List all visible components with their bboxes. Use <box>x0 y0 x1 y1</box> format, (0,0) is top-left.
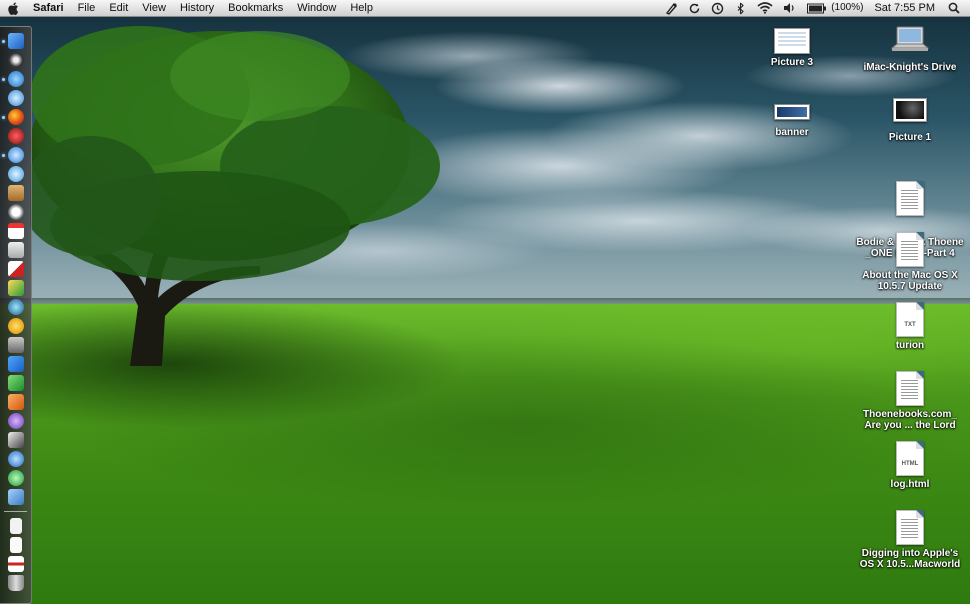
dock-preview-icon[interactable] <box>8 242 24 258</box>
desktop-icon-document-thoenebooks[interactable]: Thoenebooks.com_ Are you ... the Lord <box>850 371 970 431</box>
running-indicator <box>2 40 5 43</box>
apple-icon <box>7 2 18 15</box>
dock-itunes-icon[interactable] <box>8 166 24 182</box>
desktop-icon-label: turion <box>895 340 925 351</box>
menu-history[interactable]: History <box>173 0 221 16</box>
dock-network-icon[interactable] <box>8 451 24 467</box>
laptop-drive-icon <box>890 26 930 51</box>
dock-firefox-icon[interactable] <box>8 109 24 125</box>
desktop-icon-label: Picture 3 <box>770 57 814 68</box>
desktop-icon-turion[interactable]: TXT turion <box>850 302 970 351</box>
dock-safari-icon[interactable] <box>8 147 24 163</box>
desktop-icon-label: Picture 1 <box>888 132 932 143</box>
dock-photo-icon[interactable] <box>8 280 24 296</box>
image-thumbnail-icon <box>774 104 810 120</box>
wifi-icon[interactable] <box>752 2 778 14</box>
battery-status[interactable]: (100%) <box>802 0 868 16</box>
dock-ichat-icon[interactable] <box>8 90 24 106</box>
desktop-icon-picture-1[interactable]: Picture 1 <box>850 98 970 143</box>
running-indicator <box>2 116 5 119</box>
document-icon <box>896 181 924 216</box>
dock-browser-icon[interactable] <box>8 299 24 315</box>
dock-solitaire-icon[interactable] <box>8 261 24 277</box>
dock-smiley-icon[interactable] <box>8 318 24 334</box>
desktop-icon-drive[interactable]: iMac-Knight's Drive <box>850 26 970 73</box>
dock-clock-icon[interactable] <box>8 204 24 220</box>
desktop-icon-label: log.html <box>890 479 930 490</box>
spotlight-icon[interactable] <box>943 2 970 14</box>
menu-window[interactable]: Window <box>290 0 343 16</box>
dock-utility-icon[interactable] <box>8 489 24 505</box>
desktop-icon-label: iMac-Knight's Drive <box>863 62 957 73</box>
battery-icon <box>807 3 827 13</box>
dock-photo-stack-icon[interactable] <box>8 556 24 572</box>
dock-address-book-icon[interactable] <box>8 185 24 201</box>
desktop-icon-banner[interactable]: banner <box>732 100 852 138</box>
dock-separator <box>4 511 27 512</box>
menu-bar: Safari File Edit View History Bookmarks … <box>0 0 970 17</box>
desktop-icon-label: banner <box>775 127 809 138</box>
dock-mail-icon[interactable] <box>8 71 24 87</box>
dock-excel-icon[interactable] <box>8 375 24 391</box>
desktop-icon-document-macworld[interactable]: Digging into Apple's OS X 10.5...Macworl… <box>850 510 970 570</box>
volume-icon[interactable] <box>778 2 802 14</box>
menu-help[interactable]: Help <box>343 0 380 16</box>
battery-percent: (100%) <box>831 2 864 13</box>
dock-trash-icon[interactable] <box>8 575 24 591</box>
bluetooth-icon[interactable] <box>729 2 752 15</box>
text-file-icon: TXT <box>896 302 924 337</box>
tree-illustration <box>30 26 440 366</box>
dock-green-app-icon[interactable] <box>8 470 24 486</box>
desktop-icon-label: About the Mac OS X 10.5.7 Update <box>862 270 958 292</box>
image-thumbnail-icon <box>893 98 927 122</box>
html-file-icon: HTML <box>896 441 924 476</box>
dock-app-icon[interactable] <box>8 128 24 144</box>
desktop-icon-picture-3[interactable]: Picture 3 <box>732 28 852 68</box>
running-indicator <box>2 78 5 81</box>
time-machine-icon[interactable] <box>706 2 729 15</box>
app-menu-safari[interactable]: Safari <box>26 0 71 16</box>
image-thumbnail-icon <box>774 28 810 54</box>
dock-ical-icon[interactable] <box>8 223 24 239</box>
desktop-icon-label: Digging into Apple's OS X 10.5...Macworl… <box>859 548 961 570</box>
dock-chess-icon[interactable] <box>8 432 24 448</box>
dock-powerpoint-icon[interactable] <box>8 394 24 410</box>
dock-entourage-icon[interactable] <box>8 413 24 429</box>
menu-bookmarks[interactable]: Bookmarks <box>221 0 290 16</box>
document-icon <box>896 232 924 267</box>
desktop-icon-label: Thoenebooks.com_ Are you ... the Lord <box>863 409 957 431</box>
dock <box>0 26 32 604</box>
script-menu-icon[interactable] <box>660 2 683 15</box>
apple-menu[interactable] <box>0 2 26 15</box>
running-indicator <box>2 154 5 157</box>
dock-system-preferences-icon[interactable] <box>8 337 24 353</box>
menu-view[interactable]: View <box>135 0 173 16</box>
dock-downloads-stack-icon[interactable] <box>10 537 22 553</box>
dock-dashboard-icon[interactable] <box>8 52 24 68</box>
dock-documents-stack-icon[interactable] <box>10 518 22 534</box>
menu-file[interactable]: File <box>71 0 103 16</box>
sync-icon[interactable] <box>683 2 706 15</box>
desktop-icon-document-macos-update[interactable]: About the Mac OS X 10.5.7 Update <box>850 232 970 292</box>
menu-edit[interactable]: Edit <box>102 0 135 16</box>
document-icon <box>896 371 924 406</box>
dock-word-icon[interactable] <box>8 356 24 372</box>
desktop-icon-log-html[interactable]: HTML log.html <box>850 441 970 490</box>
dock-finder-icon[interactable] <box>8 33 24 49</box>
menu-clock[interactable]: Sat 7:55 PM <box>868 0 943 16</box>
document-icon <box>896 510 924 545</box>
